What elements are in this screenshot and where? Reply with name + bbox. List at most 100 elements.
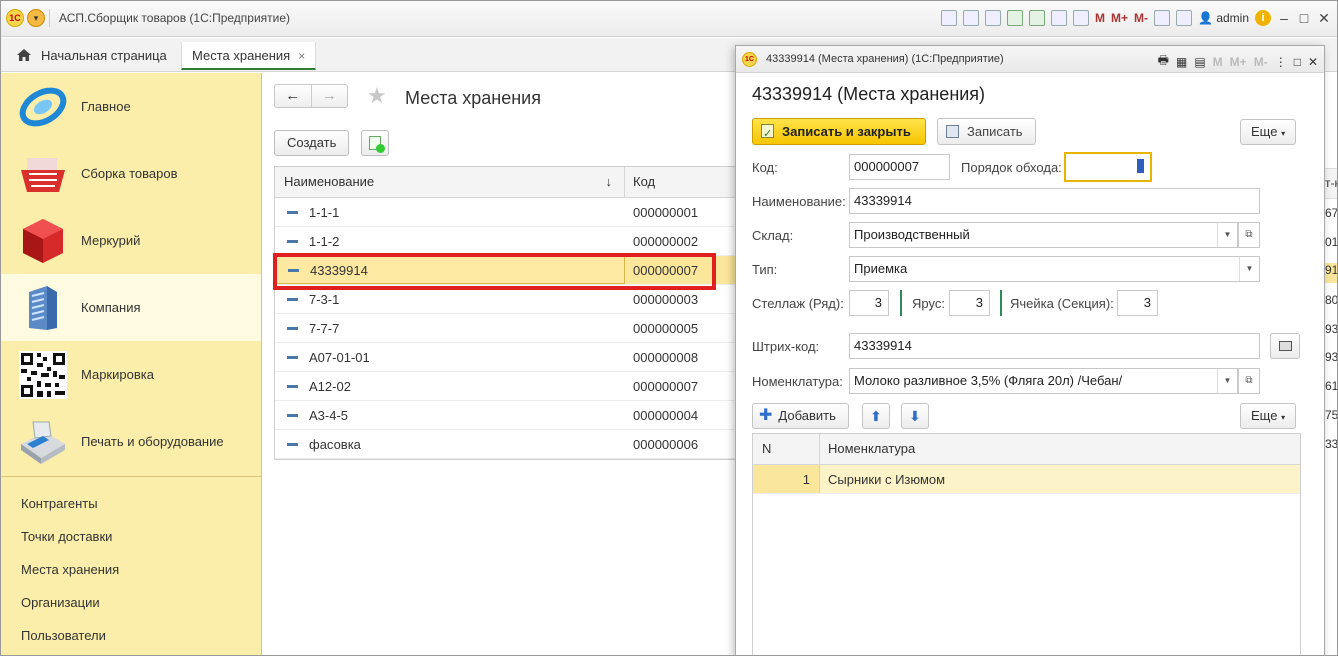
item-dash-icon (287, 210, 298, 214)
storage-place-dialog: 1С 43339914 (Места хранения) (1С:Предпри… (735, 45, 1325, 655)
arrow-up-icon: ⬆ (870, 408, 882, 424)
history-nav: ← → (274, 84, 348, 108)
maximize-icon[interactable]: □ (1297, 10, 1311, 26)
warehouse-field[interactable]: Производственный ▼ (849, 222, 1238, 248)
text-cursor (1137, 159, 1144, 173)
section-print-equipment[interactable]: Печать и оборудование (1, 408, 261, 475)
more-icon[interactable]: ⋮ (1275, 55, 1287, 69)
table-more-button[interactable]: Еще ▾ (1240, 403, 1297, 429)
section-goods-assembly[interactable]: Сборка товаров (1, 140, 261, 207)
forward-arrow-icon[interactable]: → (310, 85, 348, 107)
minimize-icon[interactable]: – (1277, 10, 1291, 26)
section-company[interactable]: Компания (1, 274, 261, 341)
column-nomenclature-header[interactable]: Номенклатура (820, 434, 1300, 464)
section-main[interactable]: Главное (1, 73, 261, 140)
link-users[interactable]: Пользователи (21, 619, 119, 652)
print-icon[interactable] (963, 10, 980, 26)
zoom-icon[interactable] (1154, 10, 1171, 26)
type-field[interactable]: Приемка ▼ (849, 256, 1260, 282)
code-field[interactable]: 000000007 (849, 154, 950, 180)
maximize-icon[interactable]: □ (1294, 55, 1301, 69)
back-arrow-icon[interactable]: ← (275, 85, 311, 107)
more-label: Еще (1251, 408, 1278, 423)
memory-button[interactable]: M (1213, 55, 1223, 69)
print-icon[interactable]: 🖶 (1158, 51, 1169, 72)
background-text: 80 (1325, 293, 1338, 307)
close-icon[interactable]: ✕ (1308, 55, 1318, 69)
memory-button[interactable]: M (1095, 11, 1105, 25)
cell-nomenclature: Сырники с Изюмом (828, 472, 946, 487)
save-icon[interactable] (941, 10, 958, 26)
print-barcode-button[interactable] (1270, 333, 1300, 359)
link-counterparties[interactable]: Контрагенты (21, 487, 119, 520)
info-icon[interactable]: i (1255, 10, 1271, 26)
dropdown-arrow-icon[interactable]: ▼ (1239, 257, 1259, 281)
background-text: 67 (1325, 206, 1338, 220)
create-button[interactable]: Создать (274, 130, 350, 156)
tier-field[interactable]: 3 (949, 290, 990, 316)
save-and-close-button[interactable]: Записать и закрыть (752, 118, 926, 147)
add-button[interactable]: ✚ Добавить (752, 403, 849, 429)
user-name[interactable]: 👤 admin (1198, 11, 1249, 25)
calculator-icon[interactable]: ▦ (1176, 55, 1187, 69)
link-organizations[interactable]: Организации (21, 586, 119, 619)
table-row[interactable]: 1-1-2 000000002 (275, 227, 739, 256)
move-down-button[interactable]: ⬇ (901, 403, 929, 429)
column-name-header[interactable]: Наименование ↓ (275, 167, 625, 197)
table-row[interactable]: фасовка 000000006 (275, 430, 739, 459)
memory-minus-button[interactable]: M- (1254, 55, 1268, 69)
open-nomenclature-button[interactable]: ⧉ (1238, 368, 1260, 394)
memory-minus-button[interactable]: M- (1134, 11, 1148, 25)
table-row[interactable]: А12-02 000000007 (275, 372, 739, 401)
order-label: Порядок обхода: (961, 160, 1062, 175)
cell-name: 1-1-1 (275, 198, 625, 226)
cell-field[interactable]: 3 (1117, 290, 1158, 316)
dropdown-arrow-icon[interactable]: ▼ (1217, 223, 1237, 247)
basket-icon (21, 157, 65, 192)
calendar-icon[interactable] (1073, 10, 1090, 26)
tab-storage-places[interactable]: Места хранения × (181, 42, 317, 70)
column-code-header[interactable]: Код (625, 167, 739, 197)
copy-button[interactable] (361, 130, 389, 156)
section-marking[interactable]: Маркировка (1, 341, 261, 408)
attach-icon[interactable] (1029, 10, 1046, 26)
nomenclature-field[interactable]: Молоко разливное 3,5% (Фляга 20л) /Чебан… (849, 368, 1238, 394)
rack-field[interactable]: 3 (849, 290, 889, 316)
table-row[interactable]: 7-7-7 000000005 (275, 314, 739, 343)
more-button[interactable]: Еще ▾ (1240, 119, 1297, 145)
open-warehouse-button[interactable]: ⧉ (1238, 222, 1260, 248)
favorite-star-icon[interactable]: ★ (367, 83, 387, 109)
link-icon[interactable] (1007, 10, 1024, 26)
memory-plus-button[interactable]: M+ (1111, 11, 1128, 25)
background-text: 33 (1325, 437, 1338, 451)
dropdown-arrow-icon[interactable]: ▼ (1217, 369, 1237, 393)
save-button[interactable]: Записать (937, 118, 1036, 145)
column-n-header[interactable]: N (753, 434, 820, 464)
preview-icon[interactable] (985, 10, 1002, 26)
name-field[interactable]: 43339914 (849, 188, 1260, 214)
table-row[interactable]: 1 Сырники с Изюмом (753, 465, 1300, 494)
dialog-heading: 43339914 (Места хранения) (752, 84, 986, 104)
link-delivery-points[interactable]: Точки доставки (21, 520, 119, 553)
calendar-icon[interactable]: ▤ (1194, 55, 1205, 69)
cell-name: 7-7-7 (275, 314, 625, 342)
tab-home[interactable]: Начальная страница (7, 42, 177, 70)
main-menu-icon[interactable]: ▾ (27, 9, 45, 27)
nav-links: Контрагенты Точки доставки Места хранени… (21, 487, 119, 652)
move-up-button[interactable]: ⬆ (862, 403, 890, 429)
order-field[interactable] (1064, 152, 1152, 182)
table-row[interactable]: А3-4-5 000000004 (275, 401, 739, 430)
link-storage-places[interactable]: Места хранения (21, 553, 119, 586)
table-row[interactable]: А07-01-01 000000008 (275, 343, 739, 372)
calculator-icon[interactable] (1051, 10, 1068, 26)
page-title: Места хранения (405, 88, 541, 108)
section-mercury[interactable]: Меркурий (1, 207, 261, 274)
close-icon[interactable]: ✕ (1317, 10, 1331, 27)
tab-close-icon[interactable]: × (298, 49, 305, 63)
table-row[interactable]: 1-1-1 000000001 (275, 198, 739, 227)
memory-plus-button[interactable]: M+ (1230, 55, 1247, 69)
cell-code: 000000002 (633, 234, 699, 249)
panels-icon[interactable] (1176, 10, 1193, 26)
cell-name: А3-4-5 (275, 401, 625, 429)
barcode-field[interactable]: 43339914 (849, 333, 1260, 359)
